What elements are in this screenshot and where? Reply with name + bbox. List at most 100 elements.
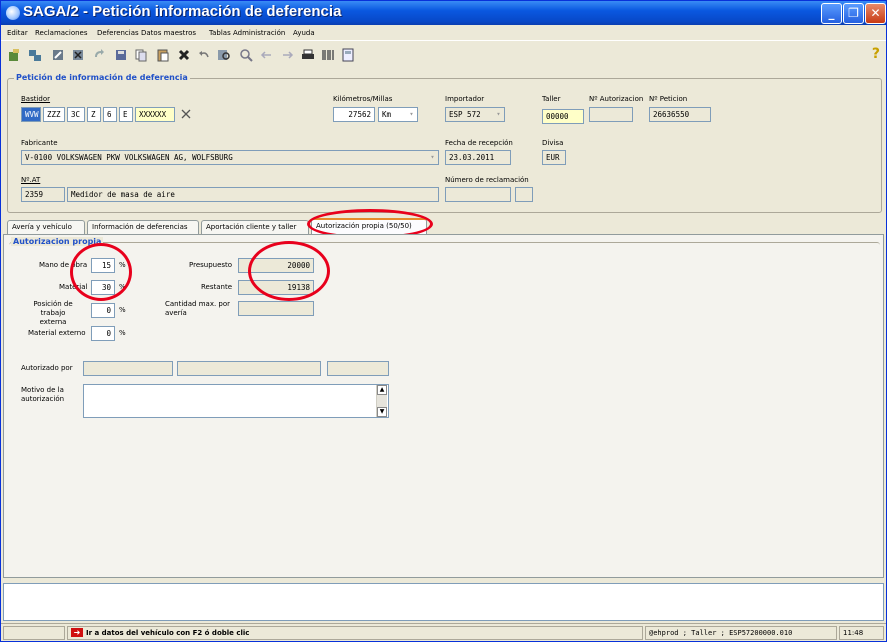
bastidor-label: Bastidor bbox=[21, 95, 51, 103]
status-hint: ➜ Ir a datos del vehículo con F2 ó doble … bbox=[67, 626, 643, 640]
save-icon[interactable] bbox=[114, 48, 128, 62]
menu-editar[interactable]: Editar bbox=[7, 29, 28, 37]
posicion-pct: % bbox=[119, 306, 126, 314]
tab-informacion-deferencias[interactable]: Información de deferencias bbox=[87, 220, 199, 235]
group-title: Petición de información de deferencia bbox=[14, 73, 190, 82]
tab-averia-vehiculo[interactable]: Avería y vehículo bbox=[7, 220, 85, 235]
percent-highlight-oval bbox=[70, 243, 132, 301]
window-title: SAGA/2 - Petición información de deferen… bbox=[23, 3, 342, 20]
menu-ayuda[interactable]: Ayuda bbox=[293, 29, 315, 37]
barcode-icon[interactable] bbox=[321, 48, 335, 62]
presupuesto-label: Presupuesto bbox=[189, 261, 233, 269]
autorizado-field-2[interactable] bbox=[177, 361, 321, 376]
menu-reclamaciones[interactable]: Reclamaciones bbox=[35, 29, 88, 37]
bastidor-check-field[interactable]: Z bbox=[87, 107, 101, 122]
km-field[interactable]: 27562 bbox=[333, 107, 375, 122]
fabricante-value: V-0100 VOLKSWAGEN PKW VOLKSWAGEN AG, WOL… bbox=[25, 153, 233, 162]
menu-deferencias[interactable]: Deferencias bbox=[97, 29, 139, 37]
km-unit-value: Km bbox=[382, 110, 392, 119]
back-icon[interactable] bbox=[259, 48, 273, 62]
menu-datos-maestros[interactable]: Datos maestros bbox=[141, 29, 196, 37]
title-bar: SAGA/2 - Petición información de deferen… bbox=[1, 1, 886, 25]
motivo-textarea[interactable] bbox=[83, 384, 389, 418]
material-externo-label: Material externo bbox=[28, 329, 86, 337]
divisa-label: Divisa bbox=[542, 139, 564, 147]
toolbar: ? bbox=[1, 42, 886, 68]
clear-icon[interactable] bbox=[181, 109, 191, 119]
split-icon[interactable] bbox=[28, 48, 42, 62]
km-unit-select[interactable]: Km ▾ bbox=[378, 107, 418, 122]
undo-icon[interactable] bbox=[197, 48, 211, 62]
autorizacion-label: Nº Autorizacion bbox=[589, 95, 644, 103]
cantidad-max-field[interactable] bbox=[238, 301, 314, 316]
autorizado-label: Autorizado por bbox=[21, 364, 73, 372]
autorizado-field-1[interactable] bbox=[83, 361, 173, 376]
fecha-field[interactable]: 23.03.2011 bbox=[445, 150, 511, 165]
scroll-down-icon[interactable]: ▼ bbox=[377, 407, 387, 417]
nat-label: Nº.AT bbox=[21, 176, 41, 184]
importador-select[interactable]: ESP 572 ▾ bbox=[445, 107, 505, 122]
help-icon[interactable]: ? bbox=[872, 46, 880, 62]
reclamacion-field[interactable] bbox=[445, 187, 511, 202]
delete-icon[interactable] bbox=[71, 48, 85, 62]
peticion-field[interactable]: 26636550 bbox=[649, 107, 711, 122]
zoom-icon[interactable] bbox=[239, 48, 253, 62]
bastidor-plant-field[interactable]: E bbox=[119, 107, 133, 122]
message-area bbox=[3, 583, 884, 621]
refresh-icon[interactable] bbox=[92, 48, 106, 62]
chevron-down-icon[interactable]: ▾ bbox=[428, 152, 437, 163]
menu-tablas[interactable]: Tablas bbox=[209, 29, 231, 37]
taller-field[interactable]: 00000 bbox=[542, 109, 584, 124]
nat-description-field[interactable]: Medidor de masa de aire bbox=[67, 187, 439, 202]
new-icon[interactable] bbox=[7, 48, 21, 62]
edit-icon[interactable] bbox=[51, 48, 65, 62]
find-icon[interactable] bbox=[217, 48, 231, 62]
bastidor-vds-field[interactable]: ZZZ bbox=[43, 107, 65, 122]
posicion-field[interactable]: 0 bbox=[91, 303, 115, 318]
restante-label: Restante bbox=[201, 283, 233, 291]
status-cell-1 bbox=[3, 626, 65, 640]
copy-icon[interactable] bbox=[134, 48, 148, 62]
importador-label: Importador bbox=[445, 95, 485, 103]
status-session: @ehprod ; Taller ; ESP57200000.010 bbox=[645, 626, 837, 640]
divisa-field[interactable]: EUR bbox=[542, 150, 566, 165]
close-button[interactable]: ✕ bbox=[865, 3, 886, 24]
reclamacion-suffix-field[interactable] bbox=[515, 187, 533, 202]
paste-icon[interactable] bbox=[156, 48, 170, 62]
restore-button[interactable]: ❐ bbox=[843, 3, 864, 24]
bastidor-year-field[interactable]: 6 bbox=[103, 107, 117, 122]
bastidor-model-field[interactable]: 3C bbox=[67, 107, 85, 122]
fabricante-label: Fabricante bbox=[21, 139, 58, 147]
autorizado-field-3[interactable] bbox=[327, 361, 389, 376]
material-externo-pct: % bbox=[119, 329, 126, 337]
forward-icon[interactable] bbox=[281, 48, 295, 62]
material-externo-field[interactable]: 0 bbox=[91, 326, 115, 341]
arrow-right-icon: ➜ bbox=[71, 628, 83, 637]
menu-administracion[interactable]: Administración bbox=[233, 29, 285, 37]
tab-strip: Avería y vehículo Información de deferen… bbox=[1, 218, 886, 235]
cancel-icon[interactable] bbox=[177, 48, 191, 62]
autorizacion-field[interactable] bbox=[589, 107, 633, 122]
bastidor-serial-field[interactable]: XXXXXX bbox=[135, 107, 175, 122]
posicion-label: Posición de trabajo externa bbox=[33, 300, 73, 326]
status-bar: ➜ Ir a datos del vehículo con F2 ó doble … bbox=[1, 623, 886, 641]
chevron-down-icon[interactable]: ▾ bbox=[494, 109, 503, 120]
menu-bar: Editar Reclamaciones Deferencias Datos m… bbox=[1, 25, 886, 41]
cantidad-max-label: Cantidad max. por avería bbox=[165, 300, 231, 317]
nat-code-field[interactable]: 2359 bbox=[21, 187, 65, 202]
chevron-down-icon[interactable]: ▾ bbox=[407, 109, 416, 120]
minimize-button[interactable]: _ bbox=[821, 3, 842, 24]
taller-label: Taller bbox=[542, 95, 561, 103]
calculator-icon[interactable] bbox=[341, 48, 355, 62]
bastidor-wmi-field[interactable]: WVW bbox=[21, 107, 41, 122]
motivo-label: Motivo de la autorización bbox=[21, 386, 65, 403]
motivo-scrollbar[interactable]: ▲ ▼ bbox=[376, 385, 387, 417]
importador-value: ESP 572 bbox=[449, 110, 481, 119]
fabricante-select[interactable]: V-0100 VOLKSWAGEN PKW VOLKSWAGEN AG, WOL… bbox=[21, 150, 439, 165]
status-hint-text: Ir a datos del vehículo con F2 ó doble c… bbox=[86, 629, 250, 637]
tab-aportacion-cliente-taller[interactable]: Aportación cliente y taller bbox=[201, 220, 309, 235]
print-icon[interactable] bbox=[301, 48, 315, 62]
budget-highlight-oval bbox=[248, 241, 330, 301]
scroll-up-icon[interactable]: ▲ bbox=[377, 385, 387, 395]
km-label: Kilómetros/Millas bbox=[333, 95, 393, 103]
